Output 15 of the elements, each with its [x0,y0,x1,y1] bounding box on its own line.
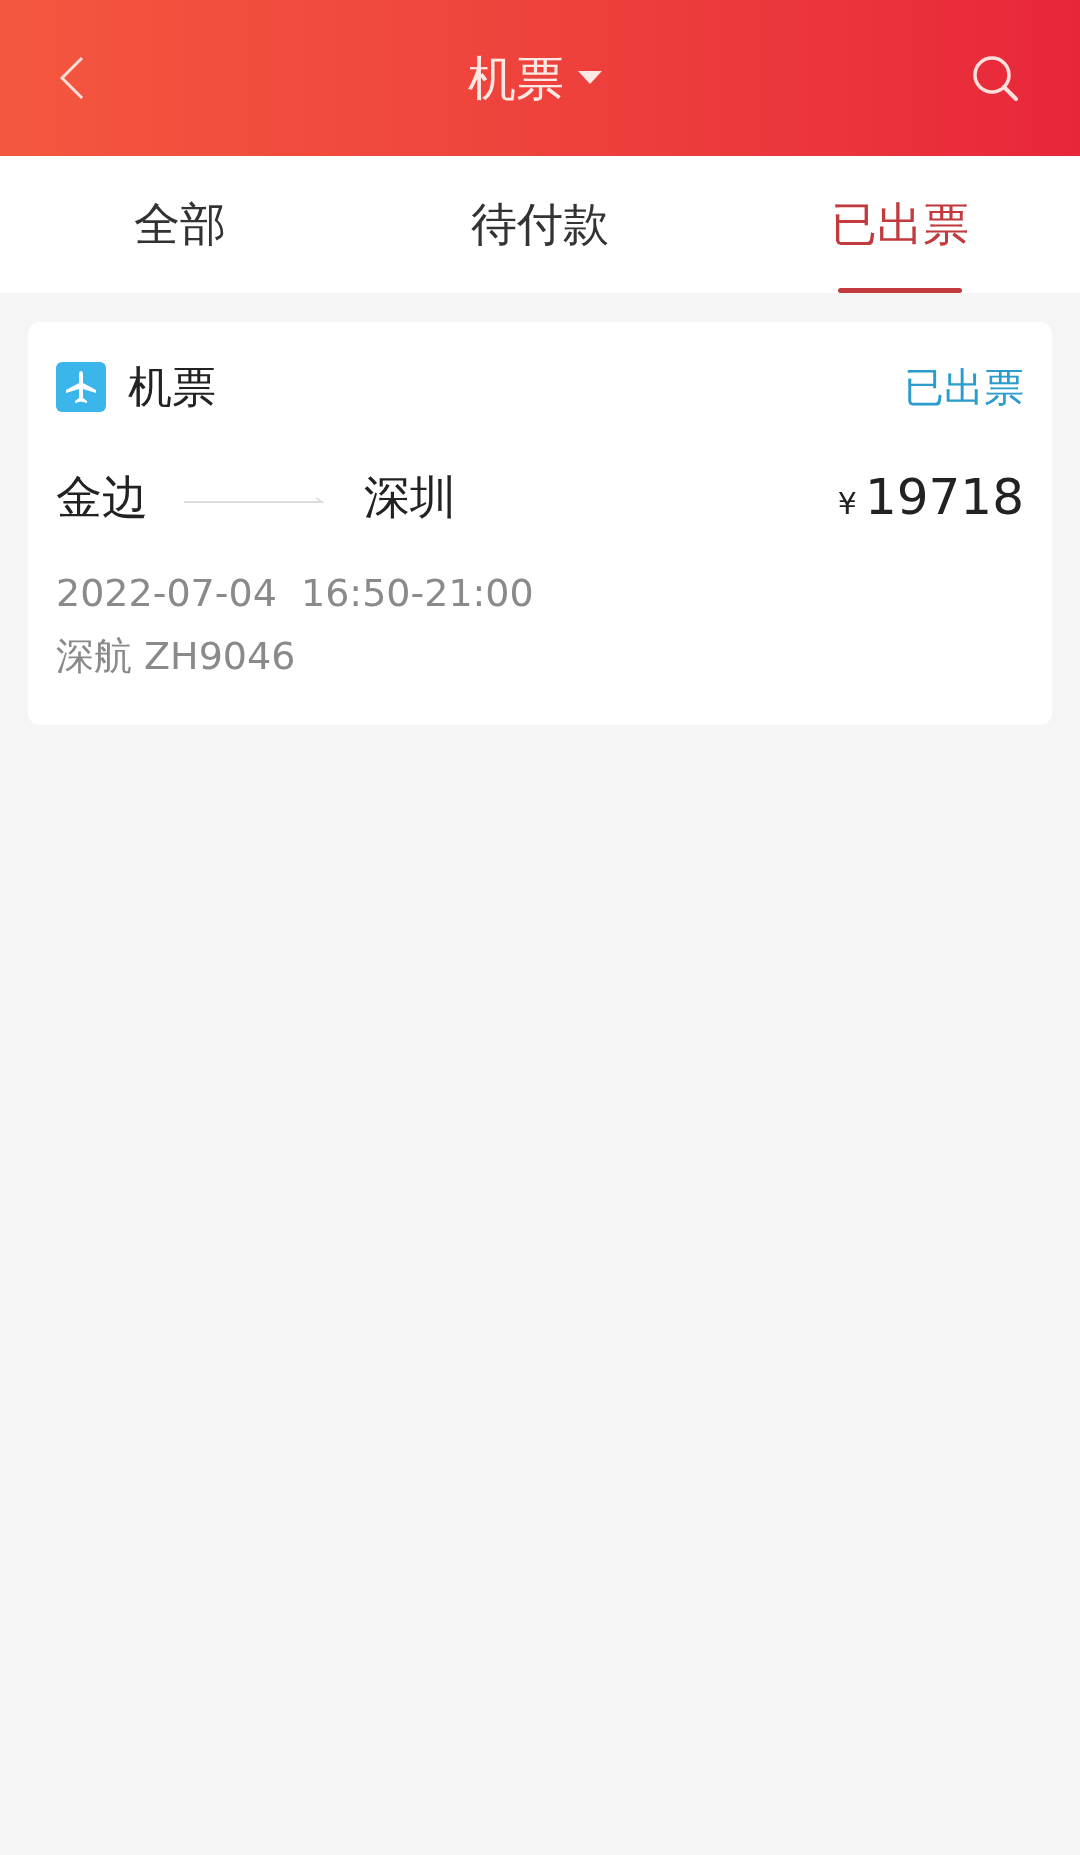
departure-city: 金边 [56,469,148,526]
search-button[interactable] [970,53,1020,103]
flight-datetime: 2022-07-04 16:50-21:00 [56,570,535,617]
tab[interactable]: 全部 [0,156,360,293]
price: 19718 [864,467,1024,528]
tab[interactable]: 待付款 [360,156,720,293]
flight-number: 深航 ZH9046 [56,633,297,680]
order-card[interactable]: 机票 已出票 金边 深圳 ¥ 19718 2022-07-04 16:50-21:00 深航 ZH9046 [28,322,1052,725]
airplane-icon [56,362,106,412]
order-status: 已出票 [904,363,1024,412]
order-type: 机票 [128,360,216,414]
currency-symbol: ¥ [837,485,857,523]
arrival-city: 深圳 [364,469,456,526]
tab[interactable]: 已出票 [720,156,1080,293]
caret-icon [578,71,602,85]
